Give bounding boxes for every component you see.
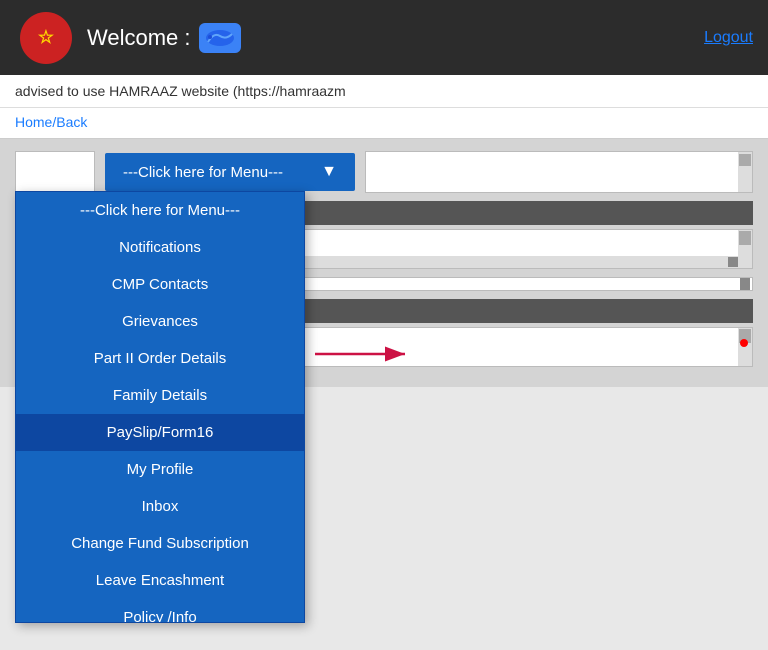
content-area: ---Click here for Menu--- ▼ ---Selec: [0, 139, 768, 387]
home-back-link[interactable]: Home/Back: [15, 114, 87, 130]
logout-button[interactable]: Logout: [704, 29, 753, 47]
menu-item-family-details[interactable]: Family Details: [16, 377, 304, 414]
menu-item-cmp-contacts[interactable]: CMP Contacts: [16, 266, 304, 303]
welcome-label: Welcome :: [87, 25, 191, 51]
menu-dropdown-trigger[interactable]: ---Click here for Menu--- ▼: [105, 153, 355, 191]
menu-item-payslip-form16[interactable]: PaySlip/Form16: [16, 414, 304, 451]
trigger-label: ---Click here for Menu---: [123, 164, 283, 181]
menu-item-part-ii-order[interactable]: Part II Order Details: [16, 340, 304, 377]
menu-item-inbox[interactable]: Inbox: [16, 488, 304, 525]
red-dot-indicator: [740, 339, 748, 347]
menu-item-leave-encashment[interactable]: Leave Encashment: [16, 562, 304, 599]
main-container: ☆ Welcome : Logout advised to use HAMRAA…: [0, 0, 768, 650]
header-bar: ☆ Welcome : Logout: [0, 0, 768, 75]
menu-item-menu-header[interactable]: ---Click here for Menu---: [16, 192, 304, 229]
right-white-box: [365, 151, 753, 193]
menu-item-my-profile[interactable]: My Profile: [16, 451, 304, 488]
menu-item-change-fund[interactable]: Change Fund Subscription: [16, 525, 304, 562]
menu-item-grievances[interactable]: Grievances: [16, 303, 304, 340]
menu-item-notifications[interactable]: Notifications: [16, 229, 304, 266]
left-white-box: [15, 151, 95, 193]
dropdown-menu-list: ---Click here for Menu---NotificationsCM…: [16, 192, 304, 622]
avatar: [199, 23, 241, 53]
welcome-text: Welcome :: [87, 23, 241, 53]
menu-item-policy-info[interactable]: Policy /Info: [16, 599, 304, 622]
dropdown-menu: ---Click here for Menu---NotificationsCM…: [15, 191, 305, 623]
advisory-text: advised to use HAMRAAZ website (https://…: [15, 83, 346, 99]
app-logo: ☆: [20, 12, 72, 64]
logo-symbol: ☆: [38, 27, 54, 48]
dropdown-arrow-icon: ▼: [321, 163, 337, 181]
dropdown-trigger-row: ---Click here for Menu--- ▼: [15, 151, 753, 193]
advisory-bar: advised to use HAMRAAZ website (https://…: [0, 75, 768, 108]
nav-bar: Home/Back: [0, 108, 768, 139]
